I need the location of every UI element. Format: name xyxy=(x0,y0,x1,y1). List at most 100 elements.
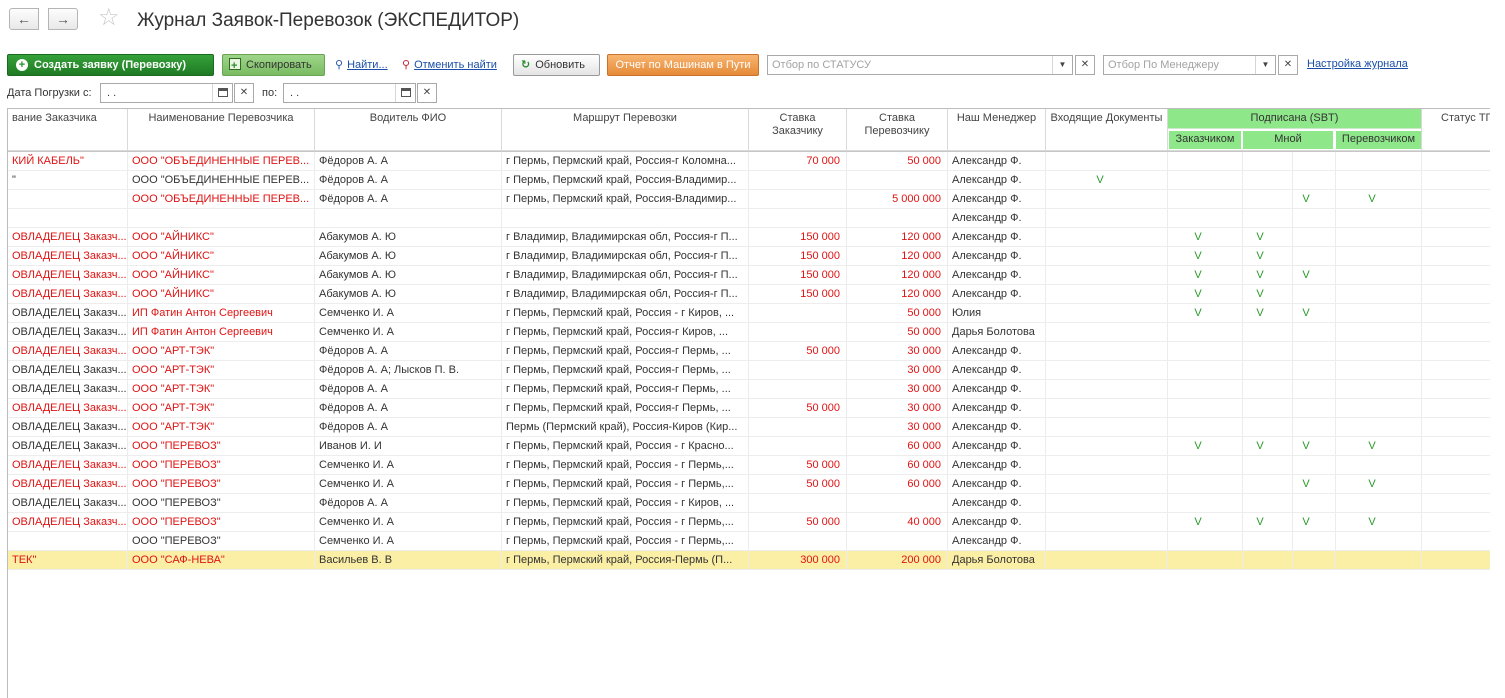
chevron-down-icon[interactable]: ▼ xyxy=(1255,56,1275,74)
header-route[interactable]: Маршрут Перевозки xyxy=(502,109,749,151)
table-row[interactable]: ОВЛАДЕЛЕЦ Заказч... ООО "ПЕРЕВОЗ" Фёдоров … xyxy=(8,494,1490,513)
cell-driver: Фёдоров А. А; Лысков П. В. xyxy=(315,361,502,379)
header-rate-customer[interactable]: Ставка Заказчику xyxy=(749,109,847,151)
header-signed-me[interactable]: Мной xyxy=(1243,131,1333,149)
cell-customer: " xyxy=(8,171,128,189)
cell-signed-carrier: V xyxy=(1368,516,1376,528)
cell-driver: Фёдоров А. А xyxy=(315,152,502,170)
table-row[interactable]: ОВЛАДЕЛЕЦ Заказч... ООО "ПЕРЕВОЗ" Семченко… xyxy=(8,475,1490,494)
date-to-input[interactable]: . . xyxy=(283,83,416,103)
manager-filter-clear-button[interactable]: ✕ xyxy=(1278,55,1298,75)
table-row[interactable]: ОВЛАДЕЛЕЦ Заказч... ООО "АРТ-ТЭК" Фёдоров … xyxy=(8,418,1490,437)
header-driver[interactable]: Водитель ФИО xyxy=(315,109,502,151)
copy-button[interactable]: Скопировать xyxy=(222,54,325,76)
find-link[interactable]: ⚲ Найти... xyxy=(335,58,388,71)
cell-manager: Александр Ф. xyxy=(948,418,1046,436)
cell-customer xyxy=(8,209,128,227)
cell-carrier: ООО "ОБЪЕДИНЕННЫЕ ПЕРЕВ... xyxy=(128,152,315,170)
table-row[interactable]: ОВЛАДЕЛЕЦ Заказч... ООО "АРТ-ТЭК" Фёдоров … xyxy=(8,380,1490,399)
status-filter[interactable]: Отбор по СТАТУСУ ▼ xyxy=(767,55,1073,75)
date-from-clear-button[interactable]: ✕ xyxy=(234,83,254,103)
header-status[interactable]: Статус ТП xyxy=(1422,109,1490,151)
table-row[interactable]: ОВЛАДЕЛЕЦ Заказч... ООО "ПЕРЕВОЗ" Семченко… xyxy=(8,456,1490,475)
cell-manager: Александр Ф. xyxy=(948,228,1046,246)
table-row[interactable]: ОВЛАДЕЛЕЦ Заказч... ООО "АЙНИКС" Абакумов … xyxy=(8,266,1490,285)
refresh-label: Обновить xyxy=(535,59,586,71)
cell-divider xyxy=(1292,247,1293,265)
table-row[interactable]: Александр Ф. xyxy=(8,209,1490,228)
create-request-button[interactable]: + Создать заявку (Перевозку) xyxy=(7,54,214,76)
cell-signed-carrier xyxy=(1362,551,1382,569)
header-carrier[interactable]: Наименование Перевозчика xyxy=(128,109,315,151)
table-row[interactable]: ОВЛАДЕЛЕЦ Заказч... ООО "АЙНИКС" Абакумов … xyxy=(8,228,1490,247)
cell-divider xyxy=(1167,323,1168,341)
calendar-icon[interactable] xyxy=(212,84,232,102)
manager-filter[interactable]: Отбор По Менеджеру ▼ xyxy=(1103,55,1276,75)
create-request-label: Создать заявку (Перевозку) xyxy=(34,59,187,71)
cell-status xyxy=(1422,171,1490,189)
requests-table[interactable]: вание Заказчика Наименование Перевозчика… xyxy=(7,108,1490,698)
calendar-icon[interactable] xyxy=(395,84,415,102)
table-row[interactable]: КИЙ КАБЕЛЬ" ООО "ОБЪЕДИНЕННЫЕ ПЕРЕВ... Фёд… xyxy=(8,152,1490,171)
cell-divider xyxy=(1292,266,1293,284)
cell-rate-customer: 50 000 xyxy=(749,342,847,360)
cell-divider xyxy=(1242,209,1243,227)
status-filter-clear-button[interactable]: ✕ xyxy=(1075,55,1095,75)
cell-manager: Александр Ф. xyxy=(948,171,1046,189)
header-rate-carrier[interactable]: Ставка Перевозчику xyxy=(847,109,948,151)
cell-signed-customer xyxy=(1188,418,1208,436)
table-row[interactable]: ООО "ОБЪЕДИНЕННЫЕ ПЕРЕВ... Фёдоров А. Аг … xyxy=(8,190,1490,209)
cell-driver xyxy=(315,209,502,227)
cell-signed-me xyxy=(1250,171,1270,189)
header-signed[interactable]: Подписана (SBT) xyxy=(1168,109,1422,129)
star-icon[interactable]: ☆ xyxy=(98,5,120,31)
cell-rate-carrier xyxy=(847,494,948,512)
cell-divider xyxy=(1167,152,1168,170)
date-from-input[interactable]: . . xyxy=(100,83,233,103)
header-manager[interactable]: Наш Менеджер xyxy=(948,109,1046,151)
table-row[interactable]: ОВЛАДЕЛЕЦ Заказч... ООО "ПЕРЕВОЗ" Семченко… xyxy=(8,513,1490,532)
table-row[interactable]: ОВЛАДЕЛЕЦ Заказч... ООО "АРТ-ТЭК" Фёдоров … xyxy=(8,361,1490,380)
page-title: Журнал Заявок-Перевозок (ЭКСПЕДИТОР) xyxy=(137,10,520,31)
cell-divider xyxy=(1335,266,1336,284)
forward-button[interactable]: → xyxy=(48,8,78,30)
header-customer[interactable]: вание Заказчика xyxy=(8,109,128,151)
cell-docs xyxy=(1090,285,1110,303)
date-to-clear-button[interactable]: ✕ xyxy=(417,83,437,103)
cell-rate-carrier: 30 000 xyxy=(847,399,948,417)
table-row[interactable]: ТЕК" ООО "САФ-НЕВА" Васильев В. Вг Пермь, … xyxy=(8,551,1490,570)
cell-rate-carrier: 30 000 xyxy=(847,380,948,398)
header-signed-carrier[interactable]: Перевозчиком xyxy=(1336,131,1421,149)
table-row[interactable]: ОВЛАДЕЛЕЦ Заказч... ООО "ПЕРЕВОЗ" Иванов И… xyxy=(8,437,1490,456)
table-row[interactable]: ОВЛАДЕЛЕЦ Заказч... ООО "АЙНИКС" Абакумов … xyxy=(8,285,1490,304)
back-button[interactable]: ← xyxy=(9,8,39,30)
refresh-button[interactable]: ↻ Обновить xyxy=(513,54,600,76)
trucks-report-button[interactable]: Отчет по Машинам в Пути xyxy=(607,54,759,76)
cell-driver: Абакумов А. Ю xyxy=(315,247,502,265)
cell-customer: ОВЛАДЕЛЕЦ Заказч... xyxy=(8,494,128,512)
header-rate-carrier-line2: Перевозчику xyxy=(864,125,930,137)
table-row[interactable]: ОВЛАДЕЛЕЦ Заказч... ООО "АРТ-ТЭК" Фёдоров … xyxy=(8,399,1490,418)
table-row[interactable]: ООО "ПЕРЕВОЗ" Семченко И. Аг Пермь, Пермс… xyxy=(8,532,1490,551)
cell-rate-carrier: 120 000 xyxy=(847,247,948,265)
cell-signed-carrier xyxy=(1362,304,1382,322)
cell-rate-customer xyxy=(749,418,847,436)
cell-divider xyxy=(1167,418,1168,436)
journal-settings-link[interactable]: Настройка журнала xyxy=(1307,58,1408,70)
cell-route: г Пермь, Пермский край, Россия - г Красн… xyxy=(502,437,749,455)
cell-rate-customer xyxy=(749,190,847,208)
cell-divider xyxy=(1242,266,1243,284)
cell-divider xyxy=(1242,456,1243,474)
manager-filter-placeholder: Отбор По Менеджеру xyxy=(1108,59,1220,71)
table-row[interactable]: " ООО "ОБЪЕДИНЕННЫЕ ПЕРЕВ... Фёдоров А. Аг… xyxy=(8,171,1490,190)
cell-rate-customer xyxy=(749,304,847,322)
table-row[interactable]: ОВЛАДЕЛЕЦ Заказч... ООО "АЙНИКС" Абакумов … xyxy=(8,247,1490,266)
header-docs[interactable]: Входящие Документы xyxy=(1046,109,1168,151)
cancel-find-link[interactable]: ⚲ Отменить найти xyxy=(402,58,497,71)
chevron-down-icon[interactable]: ▼ xyxy=(1052,56,1072,74)
table-row[interactable]: ОВЛАДЕЛЕЦ Заказч... ООО "АРТ-ТЭК" Фёдоров … xyxy=(8,342,1490,361)
header-signed-customer[interactable]: Заказчиком xyxy=(1169,131,1241,149)
cell-divider xyxy=(1292,532,1293,550)
table-row[interactable]: ОВЛАДЕЛЕЦ Заказч... ИП Фатин Антон Сергее… xyxy=(8,323,1490,342)
table-row[interactable]: ОВЛАДЕЛЕЦ Заказч... ИП Фатин Антон Сергее… xyxy=(8,304,1490,323)
